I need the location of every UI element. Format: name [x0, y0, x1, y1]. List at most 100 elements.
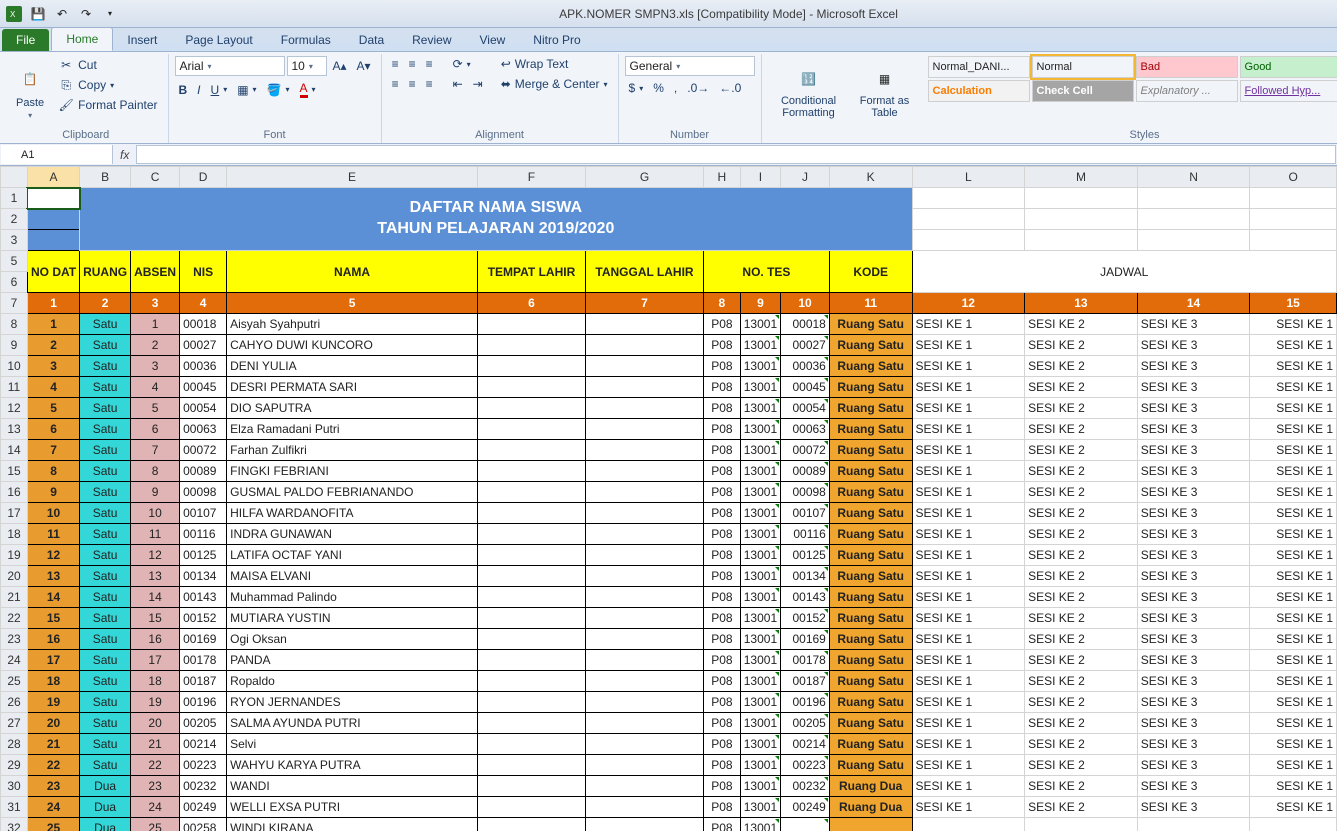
cell[interactable] — [1250, 230, 1337, 251]
orientation-button[interactable]: ⟳▾ — [449, 56, 475, 72]
cell-nis[interactable]: 00223 — [180, 755, 227, 776]
cell[interactable] — [1250, 209, 1337, 230]
cell-absen[interactable]: 9 — [131, 482, 180, 503]
cell-t1[interactable]: 13001 — [740, 524, 780, 545]
tab-file[interactable]: File — [2, 29, 49, 51]
cell-tanggal[interactable] — [585, 692, 703, 713]
cell-s2[interactable]: SESI KE 2 — [1025, 461, 1138, 482]
cell-tempat[interactable] — [477, 545, 585, 566]
row-header-23[interactable]: 23 — [1, 629, 28, 650]
cell-nama[interactable]: RYON JERNANDES — [227, 692, 478, 713]
cell-no[interactable]: 22 — [27, 755, 79, 776]
cell-kode[interactable] — [829, 818, 912, 831]
cell-tanggal[interactable] — [585, 314, 703, 335]
cell[interactable] — [912, 188, 1025, 209]
cell-tanggal[interactable] — [585, 440, 703, 461]
border-button[interactable]: ▦▾ — [233, 82, 260, 98]
cell-nis[interactable]: 00258 — [180, 818, 227, 831]
cell-no[interactable]: 19 — [27, 692, 79, 713]
cell-s4[interactable]: SESI KE 1 — [1250, 398, 1337, 419]
cell[interactable] — [912, 230, 1025, 251]
cell-t1[interactable]: 13001 — [740, 482, 780, 503]
cell-nis[interactable]: 00249 — [180, 797, 227, 818]
align-top-button[interactable]: ≡ — [388, 56, 403, 72]
cell-nis[interactable]: 00232 — [180, 776, 227, 797]
cell-p[interactable]: P08 — [704, 398, 741, 419]
cell-s1[interactable]: SESI KE 1 — [912, 797, 1025, 818]
cell-tanggal[interactable] — [585, 671, 703, 692]
conditional-formatting-button[interactable]: 🔢Conditional Formatting — [768, 56, 850, 127]
cell-t1[interactable]: 13001 — [740, 377, 780, 398]
cell-kode[interactable]: Ruang Satu — [829, 587, 912, 608]
cell-s2[interactable]: SESI KE 2 — [1025, 314, 1138, 335]
style-normal[interactable]: Normal — [1032, 56, 1134, 78]
cell-s2[interactable]: SESI KE 2 — [1025, 608, 1138, 629]
cell-absen[interactable]: 11 — [131, 524, 180, 545]
cell-s2[interactable]: SESI KE 2 — [1025, 734, 1138, 755]
cell-t2[interactable]: 00027 — [781, 335, 830, 356]
cell-p[interactable]: P08 — [704, 524, 741, 545]
number-format-combo[interactable]: General▾ — [625, 56, 755, 76]
merge-center-button[interactable]: ⬌Merge & Center▾ — [497, 76, 612, 92]
cell-kode[interactable]: Ruang Satu — [829, 356, 912, 377]
cell-s1[interactable]: SESI KE 1 — [912, 713, 1025, 734]
tab-review[interactable]: Review — [398, 29, 465, 51]
cell-s3[interactable] — [1137, 818, 1250, 831]
cell-s2[interactable]: SESI KE 2 — [1025, 587, 1138, 608]
align-bottom-button[interactable]: ≡ — [422, 56, 437, 72]
cell-t1[interactable]: 13001 — [740, 545, 780, 566]
cell-kode[interactable]: Ruang Satu — [829, 482, 912, 503]
name-box[interactable]: A1 — [1, 145, 113, 164]
cell-tanggal[interactable] — [585, 335, 703, 356]
cell-tempat[interactable] — [477, 587, 585, 608]
cell-tempat[interactable] — [477, 440, 585, 461]
cell[interactable] — [27, 230, 79, 251]
cell-s1[interactable]: SESI KE 1 — [912, 776, 1025, 797]
cell-t1[interactable]: 13001 — [740, 587, 780, 608]
cell-absen[interactable]: 24 — [131, 797, 180, 818]
cell-s3[interactable]: SESI KE 3 — [1137, 356, 1250, 377]
cell-ruang[interactable]: Satu — [80, 608, 131, 629]
cell-nama[interactable]: Aisyah Syahputri — [227, 314, 478, 335]
cell-tanggal[interactable] — [585, 503, 703, 524]
cell-s2[interactable]: SESI KE 2 — [1025, 545, 1138, 566]
cell-t1[interactable]: 13001 — [740, 608, 780, 629]
cell-s4[interactable]: SESI KE 1 — [1250, 713, 1337, 734]
cell-kode[interactable]: Ruang Satu — [829, 608, 912, 629]
cell-no[interactable]: 25 — [27, 818, 79, 831]
cell-nis[interactable]: 00045 — [180, 377, 227, 398]
cell-absen[interactable]: 5 — [131, 398, 180, 419]
cell-nis[interactable]: 00107 — [180, 503, 227, 524]
col-header-N[interactable]: N — [1137, 167, 1250, 188]
col-header-M[interactable]: M — [1025, 167, 1138, 188]
align-middle-button[interactable]: ≡ — [405, 56, 420, 72]
cell-s3[interactable]: SESI KE 3 — [1137, 713, 1250, 734]
cell-s3[interactable]: SESI KE 3 — [1137, 608, 1250, 629]
cell-s1[interactable]: SESI KE 1 — [912, 503, 1025, 524]
cell-t1[interactable]: 13001 — [740, 419, 780, 440]
cell-ruang[interactable]: Satu — [80, 692, 131, 713]
cell-no[interactable]: 17 — [27, 650, 79, 671]
qat-customize[interactable]: ▾ — [100, 4, 120, 24]
cell-t1[interactable]: 13001 — [740, 629, 780, 650]
cell-nama[interactable]: Selvi — [227, 734, 478, 755]
row-header-14[interactable]: 14 — [1, 440, 28, 461]
cell-tanggal[interactable] — [585, 482, 703, 503]
cell[interactable] — [1025, 230, 1138, 251]
cell-nis[interactable]: 00205 — [180, 713, 227, 734]
cell-p[interactable]: P08 — [704, 587, 741, 608]
cell-s2[interactable]: SESI KE 2 — [1025, 671, 1138, 692]
cell-ruang[interactable]: Satu — [80, 671, 131, 692]
cell-kode[interactable]: Ruang Satu — [829, 734, 912, 755]
cell-kode[interactable]: Ruang Satu — [829, 566, 912, 587]
cell[interactable] — [912, 209, 1025, 230]
col-header-H[interactable]: H — [704, 167, 741, 188]
cell-kode[interactable]: Ruang Satu — [829, 461, 912, 482]
cell-no[interactable]: 6 — [27, 419, 79, 440]
cell-s1[interactable]: SESI KE 1 — [912, 566, 1025, 587]
cell-nama[interactable]: Ogi Oksan — [227, 629, 478, 650]
cell-tempat[interactable] — [477, 692, 585, 713]
cell-no[interactable]: 5 — [27, 398, 79, 419]
cell-s3[interactable]: SESI KE 3 — [1137, 755, 1250, 776]
cell-p[interactable]: P08 — [704, 566, 741, 587]
